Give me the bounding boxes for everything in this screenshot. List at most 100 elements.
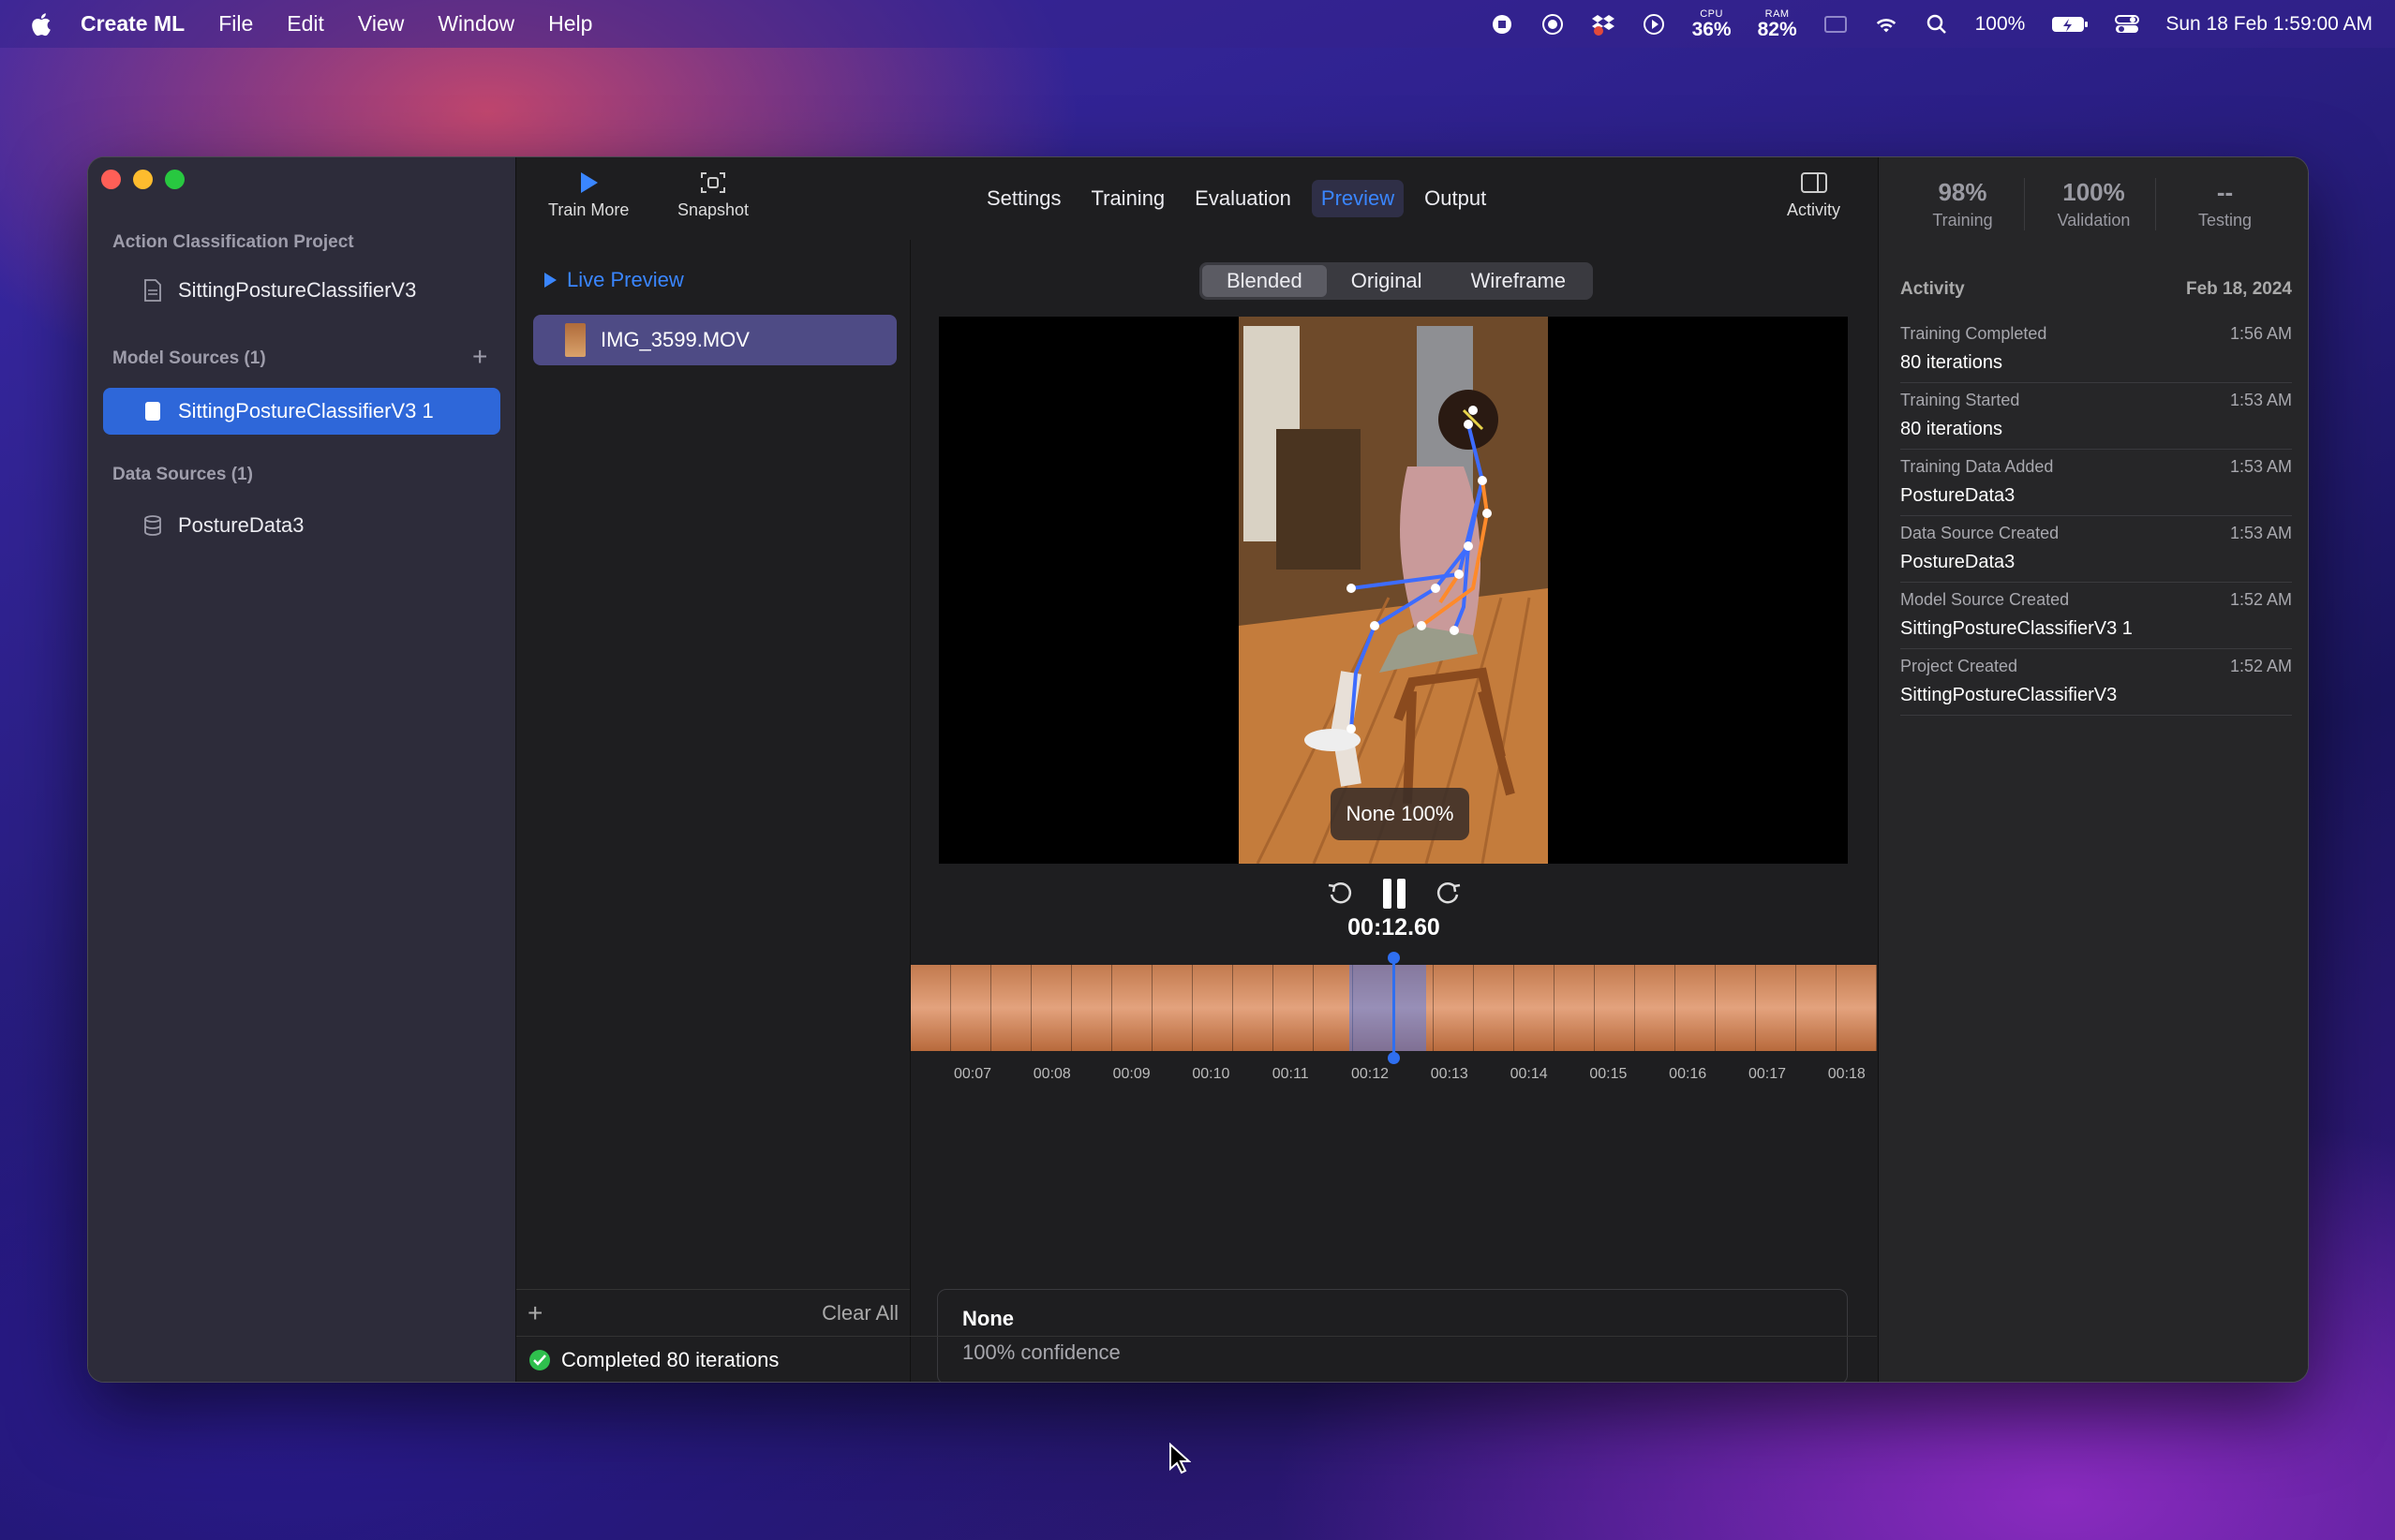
menu-window[interactable]: Window <box>438 11 514 37</box>
metric-training[interactable]: 98% Training <box>1902 178 2025 230</box>
database-icon <box>141 513 165 538</box>
rewind-icon[interactable] <box>1326 880 1354 908</box>
timeline-ticks: 00:07 00:08 00:09 00:10 00:11 00:12 00:13 00:14… <box>911 1066 1877 1087</box>
model-sources-header: Model Sources (1) <box>112 348 266 368</box>
activity-item: Training Completed 1:56 AM 80 iterations <box>1900 317 2292 383</box>
project-header: Action Classification Project <box>112 232 354 252</box>
sidebar-item-label: SittingPostureClassifierV3 <box>178 278 417 302</box>
clock[interactable]: Sun 18 Feb 1:59:00 AM <box>2165 13 2373 36</box>
activity-item: Training Started 1:53 AM 80 iterations <box>1900 383 2292 450</box>
menu-view[interactable]: View <box>358 11 404 37</box>
prediction-overlay: None 100% <box>1331 788 1469 840</box>
playback-controls <box>911 877 1877 911</box>
menu-app-name[interactable]: Create ML <box>81 11 185 37</box>
activity-list: Training Completed 1:56 AM 80 iterations T… <box>1900 317 2292 716</box>
snapshot-button[interactable]: Snapshot <box>677 170 749 220</box>
sidebar-item-label: PostureData3 <box>178 513 305 537</box>
cpu-meter[interactable]: CPU 36% <box>1692 8 1732 39</box>
zoom-button[interactable] <box>165 170 185 189</box>
timeline-tick: 00:12 <box>1350 1066 1390 1082</box>
file-pane: Live Preview IMG_3599.MOV + Clear All <box>516 240 911 1382</box>
sidebar-item-label: SittingPostureClassifierV3 1 <box>178 399 434 422</box>
menu-help[interactable]: Help <box>548 11 592 37</box>
tab-evaluation[interactable]: Evaluation <box>1185 180 1301 217</box>
activity-item: Project Created 1:52 AM SittingPostureClas… <box>1900 649 2292 716</box>
forward-icon[interactable] <box>1435 880 1463 908</box>
tab-bar: Settings Training Evaluation Preview Out… <box>977 180 1495 217</box>
play-circle-icon[interactable] <box>1642 12 1666 37</box>
menu-bar: Create ML File Edit View Window Help CPU… <box>0 0 2395 48</box>
control-center-icon[interactable] <box>2115 12 2140 37</box>
menu-file[interactable]: File <box>218 11 253 37</box>
activity-panel: 98% Training 100% Validation -- Testing Act… <box>1878 157 2308 1382</box>
dropbox-icon[interactable] <box>1591 12 1615 37</box>
close-button[interactable] <box>101 170 121 189</box>
preview-area: Blended Original Wireframe None 100% 00:… <box>911 240 1877 1382</box>
timeline-tick: 00:14 <box>1510 1066 1548 1082</box>
display-icon[interactable] <box>1823 12 1848 37</box>
view-mode-control: Blended Original Wireframe <box>1199 262 1594 300</box>
timeline-tick: 00:08 <box>1033 1066 1071 1082</box>
add-model-source-button[interactable]: + <box>472 342 487 372</box>
timeline-tick: 00:18 <box>1827 1066 1866 1082</box>
metrics-summary: 98% Training 100% Validation -- Testing <box>1879 178 2308 230</box>
screen-record-icon[interactable] <box>1540 12 1565 37</box>
sidebar: Action Classification Project SittingPos… <box>88 157 516 1382</box>
metric-validation[interactable]: 100% Validation <box>2033 178 2156 230</box>
mode-original[interactable]: Original <box>1327 265 1447 297</box>
prediction-label: None <box>962 1307 1014 1330</box>
pose-overlay <box>1239 317 1548 864</box>
activity-item: Model Source Created 1:52 AM SittingPostur… <box>1900 583 2292 649</box>
timeline-tick: 00:13 <box>1430 1066 1468 1082</box>
mode-wireframe[interactable]: Wireframe <box>1447 265 1590 297</box>
minimize-button[interactable] <box>133 170 153 189</box>
tab-preview[interactable]: Preview <box>1311 180 1405 217</box>
mode-blended[interactable]: Blended <box>1202 265 1327 297</box>
sidebar-toggle-icon <box>1800 172 1827 193</box>
toolbar: Train More Snapshot Settings Training Ev… <box>516 157 1877 240</box>
create-ml-window: Action Classification Project SittingPos… <box>87 156 2309 1383</box>
timeline-tick: 00:16 <box>1669 1066 1707 1082</box>
window-controls <box>101 170 185 189</box>
timeline-tick: 00:15 <box>1589 1066 1628 1082</box>
train-more-button[interactable]: Train More <box>548 170 629 220</box>
pause-icon[interactable] <box>1380 877 1408 911</box>
file-item[interactable]: IMG_3599.MOV <box>533 315 897 365</box>
tab-training[interactable]: Training <box>1082 180 1175 217</box>
playback-time: 00:12.60 <box>1347 914 1440 940</box>
timeline-tick: 00:17 <box>1748 1066 1787 1082</box>
add-file-button[interactable]: + <box>528 1298 543 1328</box>
live-preview-button[interactable]: Live Preview <box>543 268 684 292</box>
playhead[interactable] <box>1388 952 1400 1064</box>
timeline-tick: 00:11 <box>1272 1066 1309 1082</box>
clear-all-button[interactable]: Clear All <box>822 1301 899 1325</box>
sidebar-item-project[interactable]: SittingPostureClassifierV3 <box>103 267 500 314</box>
activity-header: Activity Feb 18, 2024 <box>1900 279 2292 299</box>
status-bar: Completed 80 iterations <box>516 1336 1877 1382</box>
timeline-tick: 00:09 <box>1112 1066 1151 1082</box>
snapshot-icon <box>701 172 726 193</box>
tab-settings[interactable]: Settings <box>977 180 1071 217</box>
apple-icon[interactable] <box>28 11 52 37</box>
checkmark-icon <box>529 1349 550 1370</box>
sidebar-item-data[interactable]: PostureData3 <box>103 502 500 549</box>
activity-button[interactable]: Activity <box>1787 170 1840 220</box>
activity-item: Data Source Created 1:53 AM PostureData3 <box>1900 516 2292 583</box>
record-stop-icon[interactable] <box>1490 12 1514 37</box>
model-icon <box>141 399 165 423</box>
ram-meter[interactable]: RAM 82% <box>1758 8 1797 39</box>
battery-percent[interactable]: 100% <box>1975 13 2026 36</box>
tab-output[interactable]: Output <box>1415 180 1495 217</box>
metric-testing[interactable]: -- Testing <box>2164 178 2286 230</box>
menu-edit[interactable]: Edit <box>287 11 324 37</box>
activity-date: Feb 18, 2024 <box>2185 279 2292 299</box>
video-player[interactable]: None 100% <box>939 317 1848 864</box>
activity-item: Training Data Added 1:53 AM PostureData3 <box>1900 450 2292 516</box>
mouse-cursor-icon <box>1169 1443 1191 1474</box>
file-name: IMG_3599.MOV <box>601 328 750 351</box>
wifi-icon[interactable] <box>1874 12 1898 37</box>
sidebar-item-model[interactable]: SittingPostureClassifierV3 1 <box>103 388 500 435</box>
file-pane-footer: + Clear All <box>516 1289 910 1337</box>
search-icon[interactable] <box>1925 12 1949 37</box>
battery-icon[interactable] <box>2051 12 2089 37</box>
